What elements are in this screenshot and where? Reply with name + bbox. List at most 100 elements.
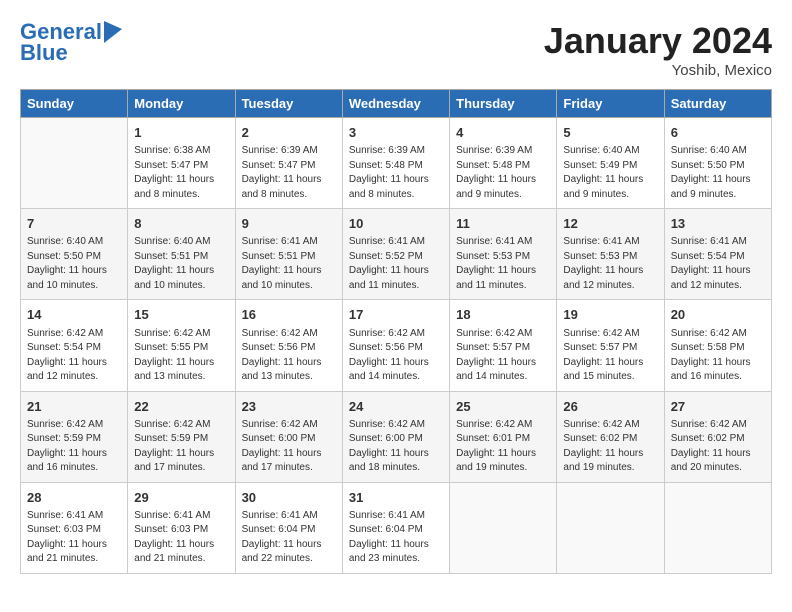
day-number: 30 <box>242 489 336 507</box>
calendar-cell: 11 Sunrise: 6:41 AMSunset: 5:53 PMDayligh… <box>450 209 557 300</box>
calendar-cell: 18 Sunrise: 6:42 AMSunset: 5:57 PMDayligh… <box>450 300 557 391</box>
weekday-header-thursday: Thursday <box>450 90 557 118</box>
day-info: Sunrise: 6:42 AMSunset: 5:55 PMDaylight:… <box>134 327 228 385</box>
calendar-cell: 9 Sunrise: 6:41 AMSunset: 5:51 PMDaylight… <box>235 209 342 300</box>
calendar-week-row: 1 Sunrise: 6:38 AMSunset: 5:47 PMDaylight… <box>21 118 772 209</box>
logo: General Blue <box>20 20 122 66</box>
title-block: January 2024 Yoshib, Mexico <box>544 20 772 79</box>
day-info: Sunrise: 6:41 AMSunset: 6:04 PMDaylight:… <box>349 509 443 567</box>
weekday-header-sunday: Sunday <box>21 90 128 118</box>
calendar-cell: 3 Sunrise: 6:39 AMSunset: 5:48 PMDaylight… <box>342 118 449 209</box>
day-info: Sunrise: 6:42 AMSunset: 5:56 PMDaylight:… <box>242 327 336 385</box>
calendar-cell: 5 Sunrise: 6:40 AMSunset: 5:49 PMDaylight… <box>557 118 664 209</box>
day-number: 12 <box>563 215 657 233</box>
calendar-cell: 27 Sunrise: 6:42 AMSunset: 6:02 PMDayligh… <box>664 391 771 482</box>
weekday-header-monday: Monday <box>128 90 235 118</box>
day-info: Sunrise: 6:40 AMSunset: 5:49 PMDaylight:… <box>563 144 657 202</box>
calendar-cell: 30 Sunrise: 6:41 AMSunset: 6:04 PMDayligh… <box>235 482 342 573</box>
day-info: Sunrise: 6:42 AMSunset: 6:02 PMDaylight:… <box>671 418 765 476</box>
day-number: 11 <box>456 215 550 233</box>
day-info: Sunrise: 6:41 AMSunset: 6:03 PMDaylight:… <box>27 509 121 567</box>
day-info: Sunrise: 6:40 AMSunset: 5:50 PMDaylight:… <box>27 235 121 293</box>
logo-icon <box>104 21 122 43</box>
weekday-header-saturday: Saturday <box>664 90 771 118</box>
day-info: Sunrise: 6:41 AMSunset: 6:04 PMDaylight:… <box>242 509 336 567</box>
weekday-header-tuesday: Tuesday <box>235 90 342 118</box>
calendar-cell: 22 Sunrise: 6:42 AMSunset: 5:59 PMDayligh… <box>128 391 235 482</box>
day-info: Sunrise: 6:42 AMSunset: 5:59 PMDaylight:… <box>134 418 228 476</box>
day-number: 18 <box>456 306 550 324</box>
calendar-cell: 10Sunrise: 6:41 AMSunset: 5:52 PMDayligh… <box>342 209 449 300</box>
month-title: January 2024 <box>544 20 772 62</box>
page-header: General Blue January 2024 Yoshib, Mexico <box>20 20 772 79</box>
calendar-cell <box>21 118 128 209</box>
day-number: 15 <box>134 306 228 324</box>
calendar-cell: 29Sunrise: 6:41 AMSunset: 6:03 PMDayligh… <box>128 482 235 573</box>
day-info: Sunrise: 6:42 AMSunset: 5:58 PMDaylight:… <box>671 327 765 385</box>
day-number: 3 <box>349 124 443 142</box>
day-info: Sunrise: 6:40 AMSunset: 5:51 PMDaylight:… <box>134 235 228 293</box>
day-info: Sunrise: 6:41 AMSunset: 5:52 PMDaylight:… <box>349 235 443 293</box>
day-info: Sunrise: 6:42 AMSunset: 6:02 PMDaylight:… <box>563 418 657 476</box>
calendar-cell: 2Sunrise: 6:39 AMSunset: 5:47 PMDaylight… <box>235 118 342 209</box>
day-number: 23 <box>242 398 336 416</box>
day-number: 17 <box>349 306 443 324</box>
calendar-cell: 20 Sunrise: 6:42 AMSunset: 5:58 PMDayligh… <box>664 300 771 391</box>
day-info: Sunrise: 6:41 AMSunset: 5:51 PMDaylight:… <box>242 235 336 293</box>
calendar-cell: 1 Sunrise: 6:38 AMSunset: 5:47 PMDaylight… <box>128 118 235 209</box>
weekday-header-wednesday: Wednesday <box>342 90 449 118</box>
day-number: 7 <box>27 215 121 233</box>
day-info: Sunrise: 6:42 AMSunset: 5:57 PMDaylight:… <box>456 327 550 385</box>
calendar-week-row: 7 Sunrise: 6:40 AMSunset: 5:50 PMDaylight… <box>21 209 772 300</box>
day-number: 22 <box>134 398 228 416</box>
calendar-cell: 16 Sunrise: 6:42 AMSunset: 5:56 PMDayligh… <box>235 300 342 391</box>
calendar-table: SundayMondayTuesdayWednesdayThursdayFrid… <box>20 89 772 574</box>
day-info: Sunrise: 6:42 AMSunset: 5:59 PMDaylight:… <box>27 418 121 476</box>
calendar-cell <box>450 482 557 573</box>
day-info: Sunrise: 6:40 AMSunset: 5:50 PMDaylight:… <box>671 144 765 202</box>
day-number: 13 <box>671 215 765 233</box>
day-number: 4 <box>456 124 550 142</box>
day-number: 29 <box>134 489 228 507</box>
day-number: 27 <box>671 398 765 416</box>
day-number: 9 <box>242 215 336 233</box>
day-info: Sunrise: 6:41 AMSunset: 5:54 PMDaylight:… <box>671 235 765 293</box>
calendar-cell: 8 Sunrise: 6:40 AMSunset: 5:51 PMDaylight… <box>128 209 235 300</box>
day-number: 21 <box>27 398 121 416</box>
calendar-cell: 26Sunrise: 6:42 AMSunset: 6:02 PMDayligh… <box>557 391 664 482</box>
day-number: 25 <box>456 398 550 416</box>
calendar-cell: 21 Sunrise: 6:42 AMSunset: 5:59 PMDayligh… <box>21 391 128 482</box>
calendar-cell: 19Sunrise: 6:42 AMSunset: 5:57 PMDayligh… <box>557 300 664 391</box>
calendar-week-row: 14Sunrise: 6:42 AMSunset: 5:54 PMDayligh… <box>21 300 772 391</box>
calendar-cell <box>664 482 771 573</box>
day-number: 5 <box>563 124 657 142</box>
day-number: 28 <box>27 489 121 507</box>
weekday-header-friday: Friday <box>557 90 664 118</box>
calendar-cell: 14Sunrise: 6:42 AMSunset: 5:54 PMDayligh… <box>21 300 128 391</box>
calendar-cell: 23 Sunrise: 6:42 AMSunset: 6:00 PMDayligh… <box>235 391 342 482</box>
calendar-cell: 13 Sunrise: 6:41 AMSunset: 5:54 PMDayligh… <box>664 209 771 300</box>
calendar-week-row: 28 Sunrise: 6:41 AMSunset: 6:03 PMDayligh… <box>21 482 772 573</box>
calendar-cell: 15 Sunrise: 6:42 AMSunset: 5:55 PMDayligh… <box>128 300 235 391</box>
day-info: Sunrise: 6:42 AMSunset: 6:00 PMDaylight:… <box>242 418 336 476</box>
day-info: Sunrise: 6:39 AMSunset: 5:48 PMDaylight:… <box>456 144 550 202</box>
calendar-week-row: 21 Sunrise: 6:42 AMSunset: 5:59 PMDayligh… <box>21 391 772 482</box>
day-number: 31 <box>349 489 443 507</box>
calendar-cell: 17 Sunrise: 6:42 AMSunset: 5:56 PMDayligh… <box>342 300 449 391</box>
day-info: Sunrise: 6:39 AMSunset: 5:48 PMDaylight:… <box>349 144 443 202</box>
calendar-cell: 28 Sunrise: 6:41 AMSunset: 6:03 PMDayligh… <box>21 482 128 573</box>
location-subtitle: Yoshib, Mexico <box>544 62 772 79</box>
day-number: 19 <box>563 306 657 324</box>
day-number: 1 <box>134 124 228 142</box>
day-number: 8 <box>134 215 228 233</box>
calendar-cell: 6Sunrise: 6:40 AMSunset: 5:50 PMDaylight… <box>664 118 771 209</box>
day-number: 20 <box>671 306 765 324</box>
day-info: Sunrise: 6:42 AMSunset: 5:54 PMDaylight:… <box>27 327 121 385</box>
weekday-header-row: SundayMondayTuesdayWednesdayThursdayFrid… <box>21 90 772 118</box>
day-info: Sunrise: 6:41 AMSunset: 5:53 PMDaylight:… <box>456 235 550 293</box>
day-number: 16 <box>242 306 336 324</box>
calendar-cell: 12Sunrise: 6:41 AMSunset: 5:53 PMDayligh… <box>557 209 664 300</box>
day-info: Sunrise: 6:38 AMSunset: 5:47 PMDaylight:… <box>134 144 228 202</box>
day-info: Sunrise: 6:42 AMSunset: 5:56 PMDaylight:… <box>349 327 443 385</box>
calendar-cell: 4 Sunrise: 6:39 AMSunset: 5:48 PMDaylight… <box>450 118 557 209</box>
